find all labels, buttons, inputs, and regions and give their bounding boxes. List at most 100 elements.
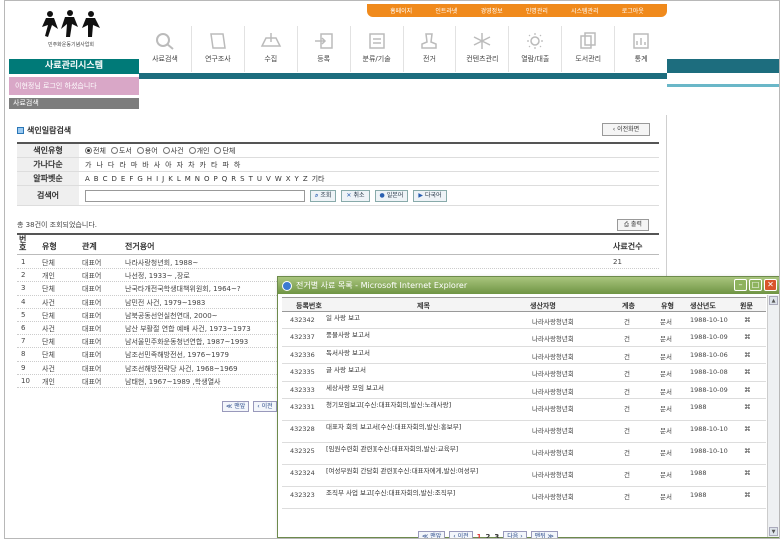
row-title[interactable]: 청기모임보고[수신:대표자회의,발신:노래사랑] xyxy=(326,401,506,410)
search-button[interactable]: ⌕ 조회 xyxy=(310,189,337,202)
hangul-index-link[interactable]: 하 xyxy=(234,160,240,170)
popup-next-button[interactable]: 다음 › xyxy=(503,531,527,538)
archive-row[interactable]: 432328 대표자 회의 보고서[수신:대표자회의,발신:홍보부] 나라사랑청년회… xyxy=(282,421,766,443)
alpha-index-link[interactable]: T xyxy=(249,175,253,183)
hangul-index-link[interactable]: 가 xyxy=(85,160,91,170)
popup-scrollbar[interactable]: ▲ ▼ xyxy=(767,295,779,537)
top-link-people[interactable]: 인명관리 xyxy=(526,6,548,15)
hangul-index-link[interactable]: 파 xyxy=(222,160,228,170)
row-original-icon[interactable]: ⌘ xyxy=(744,316,751,324)
alpha-index-link[interactable]: O xyxy=(204,175,210,183)
row-original-icon[interactable]: ⌘ xyxy=(744,447,751,455)
page-1[interactable]: 1 xyxy=(477,533,482,539)
nav-item-stats[interactable]: 통계 xyxy=(615,26,667,72)
print-button[interactable]: ⎙ 출력 xyxy=(617,219,649,231)
alpha-index-link[interactable]: A xyxy=(85,175,90,183)
top-link-logout[interactable]: 로그아웃 xyxy=(622,6,644,15)
nav-item-classify[interactable]: 분류/기술 xyxy=(351,26,404,72)
hangul-index-link[interactable]: 아 xyxy=(165,160,171,170)
row-term[interactable]: 남서울민주화운동청년연합, 1987~1993 xyxy=(125,337,248,347)
row-title[interactable]: 독서사랑 보고서 xyxy=(326,349,506,358)
row-original-icon[interactable]: ⌘ xyxy=(744,403,751,411)
archive-row[interactable]: 432333 세상사랑 모임 보고서 나라사랑청년회 건 문서 1988-10-09 ⌘ xyxy=(282,382,766,399)
row-original-icon[interactable]: ⌘ xyxy=(744,491,751,499)
hangul-index-link[interactable]: 바 xyxy=(142,160,148,170)
row-term[interactable]: 난국타개전국학생대책위원회, 1964~? xyxy=(125,284,241,294)
alpha-index-link[interactable]: V xyxy=(266,175,271,183)
top-link-intranet[interactable]: 인트라넷 xyxy=(435,6,457,15)
nav-item-research[interactable]: 연구조사 xyxy=(192,26,245,72)
alpha-index-link[interactable]: 기타 xyxy=(312,174,325,184)
maximize-button[interactable]: □ xyxy=(749,279,762,291)
radio-all[interactable]: 전체 xyxy=(85,146,106,156)
alpha-index-link[interactable]: Q xyxy=(222,175,228,183)
nav-item-contents[interactable]: 컨텐츠관리 xyxy=(456,26,510,72)
table-row[interactable]: 1 단체 대표어 나라사랑청년회, 1988~ 21 xyxy=(17,256,659,270)
alpha-index-link[interactable]: S xyxy=(240,175,244,183)
row-title[interactable]: 대표자 회의 보고서[수신:대표자회의,발신:홍보부] xyxy=(326,423,506,432)
alpha-index-link[interactable]: M xyxy=(185,175,191,183)
nav-item-register[interactable]: 등록 xyxy=(298,26,351,72)
archive-row[interactable]: 432342 일 사랑 보고 나라사랑청년회 건 문서 1988-10-10 ⌘ xyxy=(282,312,766,330)
row-title[interactable]: 일 사랑 보고 xyxy=(326,314,506,323)
archive-row[interactable]: 432324 [여성부원회 간담회 관련][수신:대표자에게,발신:여성부] 나라사… xyxy=(282,465,766,487)
archive-row[interactable]: 432323 조직부 사업 보고[수신:대표자회의,발신:조직부] 나라사랑청년회 건… xyxy=(282,487,766,509)
page-2[interactable]: 2 xyxy=(485,533,490,539)
alpha-index-link[interactable]: J xyxy=(162,175,164,183)
nav-item-loan[interactable]: 열람/대출 xyxy=(509,26,563,72)
hangul-index-link[interactable]: 차 xyxy=(188,160,194,170)
radio-group[interactable]: 단체 xyxy=(214,146,235,156)
row-term[interactable]: 남북공동선언실천연대, 2000~ xyxy=(125,311,218,321)
row-original-icon[interactable]: ⌘ xyxy=(744,386,751,394)
multilang-button[interactable]: ▶ 다국어 xyxy=(413,189,447,202)
nav-item-search[interactable]: 사료검색 xyxy=(139,26,192,72)
alpha-index-link[interactable]: U xyxy=(257,175,262,183)
archive-row[interactable]: 432325 [임원수련회 관련][수신:대표자회의,발신:교육부] 나라사랑청년회… xyxy=(282,443,766,465)
popup-first-button[interactable]: ≪ 맨앞 xyxy=(418,531,446,538)
nav-item-authority[interactable]: 전거 xyxy=(404,26,457,72)
hangul-index-link[interactable]: 사 xyxy=(154,160,160,170)
row-term[interactable]: 나라사랑청년회, 1988~ xyxy=(125,258,198,268)
alpha-index-link[interactable]: H xyxy=(147,175,152,183)
minimize-button[interactable]: – xyxy=(734,279,747,291)
hangul-index-link[interactable]: 타 xyxy=(211,160,217,170)
row-original-icon[interactable]: ⌘ xyxy=(744,425,751,433)
row-title[interactable]: 세상사랑 모임 보고서 xyxy=(326,384,506,393)
popup-last-button[interactable]: 맨뒤 ≫ xyxy=(530,531,558,538)
popup-prev-button[interactable]: ‹ 이전 xyxy=(449,531,473,538)
logo[interactable]: 민주화운동기념사업회 xyxy=(31,9,111,55)
archive-row[interactable]: 432337 풍물사랑 보고서 나라사랑청년회 건 문서 1988-10-09 ⌘ xyxy=(282,329,766,347)
row-term[interactable]: 나선정, 1933~ ,장로 xyxy=(125,271,190,281)
alpha-index-link[interactable]: F xyxy=(129,175,133,183)
row-title[interactable]: [여성부원회 간담회 관련][수신:대표자에게,발신:여성부] xyxy=(326,467,506,476)
pager-prev-button[interactable]: ‹ 이전 xyxy=(253,401,277,412)
alpha-index-link[interactable]: K xyxy=(168,175,173,183)
row-term[interactable]: 남조선해방전략당 사건, 1968~1969 xyxy=(125,364,238,374)
prev-screen-button[interactable]: ‹ 이전화면 xyxy=(602,123,650,136)
row-term[interactable]: 남조선민족해방전선, 1976~1979 xyxy=(125,350,229,360)
top-link-system[interactable]: 시스템관리 xyxy=(571,6,599,15)
alpha-index-link[interactable]: N xyxy=(195,175,200,183)
alpha-index-link[interactable]: C xyxy=(103,175,108,183)
alpha-index-link[interactable]: Z xyxy=(303,175,308,183)
top-link-home[interactable]: 홈페이지 xyxy=(390,6,412,15)
row-title[interactable]: [임원수련회 관련][수신:대표자회의,발신:교육부] xyxy=(326,445,506,454)
archive-row[interactable]: 432335 글 사랑 보고서 나라사랑청년회 건 문서 1988-10-08 ⌘ xyxy=(282,364,766,382)
row-term[interactable]: 남민전 사건, 1979~1983 xyxy=(125,298,205,308)
row-title[interactable]: 풍물사랑 보고서 xyxy=(326,331,506,340)
hangul-index-link[interactable]: 카 xyxy=(200,160,206,170)
row-title[interactable]: 조직부 사업 보고[수신:대표자회의,발신:조직부] xyxy=(326,489,506,498)
page-3[interactable]: 3 xyxy=(494,533,499,539)
nav-item-collect[interactable]: 수집 xyxy=(245,26,298,72)
alpha-index-link[interactable]: P xyxy=(214,175,218,183)
row-original-icon[interactable]: ⌘ xyxy=(744,469,751,477)
alpha-index-link[interactable]: B xyxy=(94,175,99,183)
row-term[interactable]: 남태현, 1967~1989 ,학생열사 xyxy=(125,377,220,387)
hangul-index-link[interactable]: 마 xyxy=(131,160,137,170)
alpha-index-link[interactable]: Y xyxy=(295,175,299,183)
hangul-index-link[interactable]: 나 xyxy=(96,160,102,170)
popup-titlebar[interactable]: 전거별 사료 목록 - Microsoft Internet Explorer … xyxy=(278,277,779,294)
row-title[interactable]: 글 사랑 보고서 xyxy=(326,366,506,375)
radio-person[interactable]: 개인 xyxy=(188,146,209,156)
japanese-button[interactable]: ● 일본어 xyxy=(374,189,409,202)
